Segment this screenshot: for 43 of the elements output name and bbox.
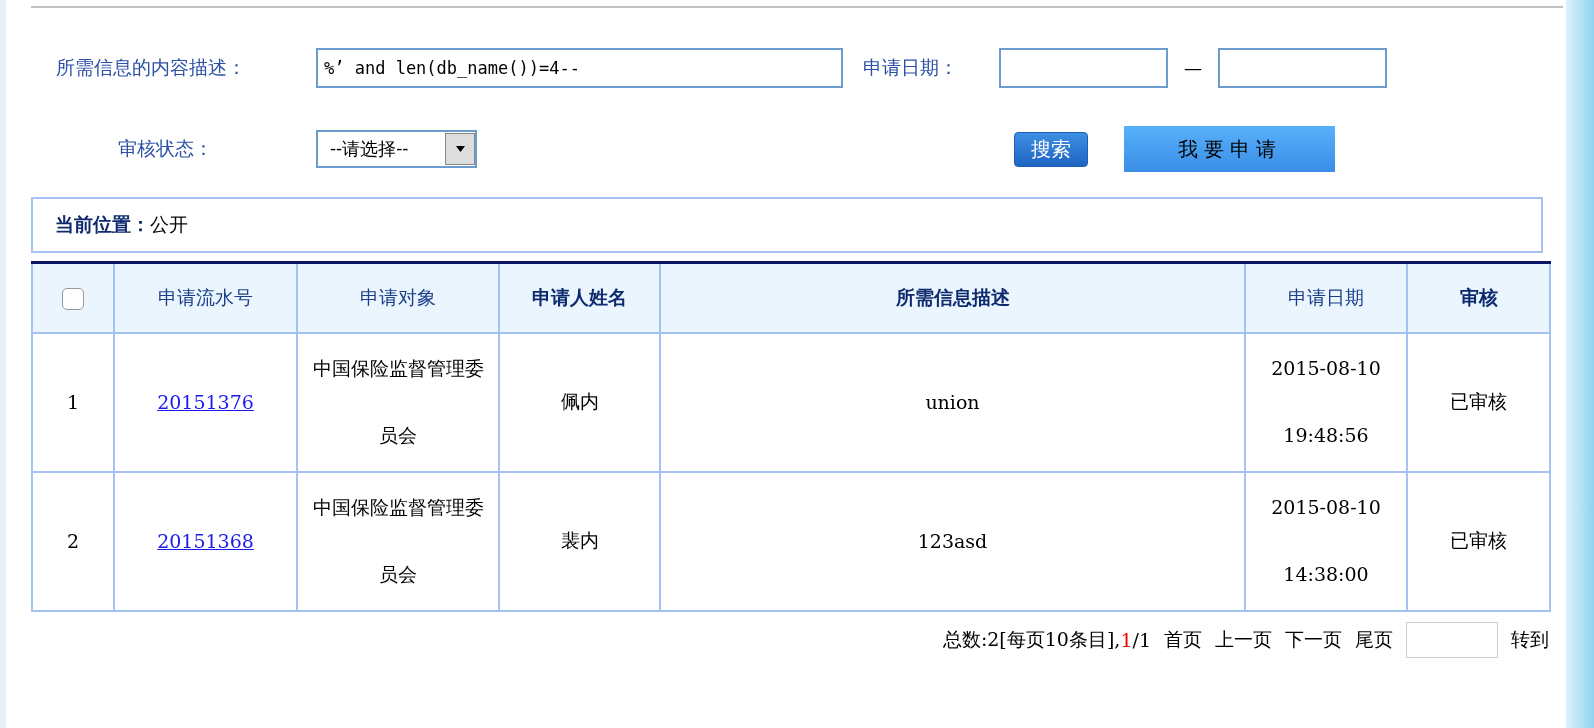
column-header: 申请对象: [297, 262, 499, 333]
status-select[interactable]: --请选择--: [316, 130, 477, 168]
current-page: 1: [1120, 628, 1133, 651]
status-label: 审核状态：: [117, 136, 214, 161]
column-header: 审核: [1407, 262, 1550, 333]
goto-link[interactable]: 转到: [1511, 626, 1549, 653]
table-cell: 裴内: [499, 471, 660, 611]
table-cell: 中国保险监督管理委员会: [297, 471, 499, 611]
serial-link[interactable]: 20151368: [157, 530, 254, 552]
description-label: 所需信息的内容描述：: [55, 55, 247, 80]
column-header: 申请流水号: [114, 262, 297, 333]
column-header: 申请人姓名: [499, 262, 660, 333]
pagination-link[interactable]: 尾页: [1355, 626, 1393, 653]
serial-link[interactable]: 20151376: [157, 391, 254, 413]
table-cell: 1: [32, 332, 114, 472]
pagination-link[interactable]: 下一页: [1285, 626, 1342, 653]
table-cell: 2015-08-10 14:38:00: [1245, 471, 1407, 611]
pagination-link[interactable]: 上一页: [1215, 626, 1272, 653]
table-cell: 123asd: [660, 471, 1245, 611]
table-cell: 已审核: [1407, 471, 1550, 611]
select-all-checkbox[interactable]: [62, 287, 84, 310]
table-cell: 中国保险监督管理委员会: [297, 332, 499, 472]
dropdown-arrow-icon: [455, 146, 465, 152]
end-date-input[interactable]: [1218, 48, 1387, 88]
breadcrumb-value: 公开: [150, 212, 188, 237]
table-cell: 已审核: [1407, 332, 1550, 472]
start-date-input[interactable]: [999, 48, 1168, 88]
breadcrumb-label: 当前位置：: [55, 212, 150, 237]
apply-button[interactable]: 我要申请: [1124, 126, 1335, 172]
date-separator: —: [1183, 57, 1203, 79]
search-button[interactable]: 搜索: [1014, 131, 1088, 167]
table-cell: union: [660, 332, 1245, 472]
pagination-link[interactable]: 首页: [1164, 626, 1202, 653]
table-cell: 2: [32, 471, 114, 611]
column-header: 申请日期: [1245, 262, 1407, 333]
description-input[interactable]: %’ and len(db_name())=4--: [316, 48, 843, 88]
table-cell: 2015-08-10 19:48:56: [1245, 332, 1407, 472]
total-count: 总数:2[每页10条目],: [942, 626, 1121, 652]
date-label: 申请日期：: [863, 55, 959, 80]
table-cell: 佩内: [499, 332, 660, 472]
page-count: /1: [1132, 628, 1151, 651]
column-header: 所需信息描述: [660, 262, 1245, 333]
page-number-input[interactable]: [1406, 621, 1498, 658]
